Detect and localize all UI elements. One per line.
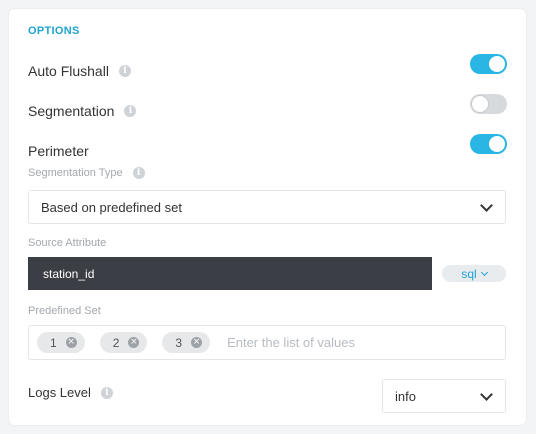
chevron-down-icon	[480, 387, 493, 401]
info-icon[interactable]: i	[100, 386, 113, 399]
option-row-perimeter: Perimeter	[28, 143, 89, 159]
segmentation-type-value: Based on predefined set	[41, 199, 182, 215]
auto-flushall-toggle[interactable]	[470, 54, 507, 74]
segmentation-type-label: Segmentation Type	[28, 167, 123, 179]
remove-tag-icon[interactable]: ×	[128, 337, 140, 348]
option-label: Segmentation	[28, 103, 115, 119]
option-row-segmentation: Segmentation i	[28, 103, 137, 119]
logs-level-label: Logs Level	[28, 385, 91, 400]
option-label: Perimeter	[28, 143, 89, 159]
info-icon[interactable]: i	[118, 65, 131, 77]
predefined-set-label: Predefined Set	[28, 305, 101, 317]
tag-label: 2	[112, 335, 120, 350]
option-row-auto-flushall: Auto Flushall i	[28, 63, 131, 79]
toggle-knob	[472, 96, 488, 112]
sql-mode-label: sql	[461, 266, 477, 281]
segmentation-type-label-row: Segmentation Type i	[28, 167, 145, 179]
source-attribute-label: Source Attribute	[28, 237, 107, 249]
perimeter-toggle[interactable]	[470, 134, 507, 154]
toggle-knob	[489, 136, 505, 152]
logs-level-select[interactable]: info	[382, 379, 506, 413]
source-attribute-value: station_id	[43, 266, 95, 281]
chevron-down-icon	[480, 198, 493, 212]
source-attribute-input[interactable]: station_id	[28, 257, 432, 290]
value-tag[interactable]: 1 ×	[37, 332, 85, 353]
value-tag[interactable]: 3 ×	[162, 332, 211, 353]
value-tag[interactable]: 2 ×	[99, 332, 148, 353]
tag-label: 3	[175, 335, 183, 350]
segmentation-type-select[interactable]: Based on predefined set	[28, 190, 506, 224]
toggle-knob	[489, 56, 505, 72]
options-panel: OPTIONS Auto Flushall i Segmentation i P…	[9, 9, 526, 425]
predefined-set-field[interactable]: 1 × 2 × 3 ×	[28, 325, 506, 360]
segmentation-toggle[interactable]	[470, 94, 507, 114]
option-label: Auto Flushall	[28, 63, 109, 79]
logs-level-row: Logs Level i	[28, 385, 113, 400]
info-icon[interactable]: i	[124, 105, 137, 117]
logs-level-value: info	[395, 388, 416, 404]
remove-tag-icon[interactable]: ×	[65, 337, 77, 348]
sql-mode-dropdown[interactable]: sql	[442, 265, 506, 282]
section-title: OPTIONS	[28, 25, 80, 37]
tag-label: 1	[50, 335, 57, 350]
info-icon[interactable]: i	[132, 167, 145, 179]
remove-tag-icon[interactable]: ×	[191, 337, 203, 348]
chevron-down-icon	[480, 268, 488, 276]
predefined-set-input[interactable]	[225, 334, 430, 351]
